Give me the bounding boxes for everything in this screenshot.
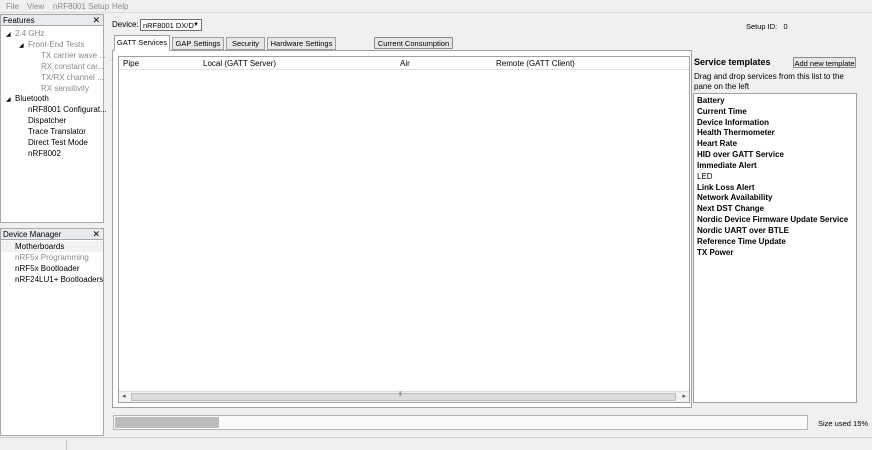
close-icon[interactable]: ✕ — [92, 229, 100, 240]
horizontal-scrollbar[interactable]: ◂ ⦀ ▸ — [119, 391, 689, 402]
setup-id-label: Setup ID: — [746, 22, 778, 31]
tree-item-tx-carrier-wave[interactable]: TX carrier wave ... — [41, 51, 106, 60]
service-item-network-availability[interactable]: Network Availability — [697, 193, 772, 202]
device-item-motherboards[interactable]: Motherboards — [15, 242, 64, 251]
service-item-heart-rate[interactable]: Heart Rate — [697, 139, 737, 148]
menu-bar: File View nRF8001 Setup Help — [0, 0, 872, 13]
service-item-link-loss-alert[interactable]: Link Loss Alert — [697, 183, 755, 192]
device-select-value: nRF8001 DX/D — [143, 21, 194, 30]
size-used-label: Size used 15% — [818, 419, 869, 428]
close-icon[interactable]: ✕ — [92, 15, 100, 26]
column-header-remote[interactable]: Remote (GATT Client) — [496, 59, 575, 68]
service-item-nordic-dfu[interactable]: Nordic Device Firmware Update Service — [697, 215, 848, 224]
device-manager-title: Device Manager — [3, 230, 62, 239]
service-item-next-dst-change[interactable]: Next DST Change — [697, 204, 764, 213]
service-item-current-time[interactable]: Current Time — [697, 107, 747, 116]
service-item-reference-time-update[interactable]: Reference Time Update — [697, 237, 786, 246]
tree-item-nrf8001-configuration[interactable]: nRF8001 Configurat... — [28, 105, 107, 114]
setup-id-value: 0 — [783, 22, 788, 31]
expand-triangle-icon[interactable]: ◢ — [6, 96, 11, 103]
grip-icon: ⦀ — [399, 392, 402, 398]
setup-id: Setup ID: 0 — [746, 22, 788, 31]
tree-item-2-4ghz[interactable]: 2.4 GHz — [15, 29, 44, 38]
device-label: Device: — [112, 20, 139, 29]
tab-gatt-services[interactable]: GATT Services — [114, 35, 170, 51]
device-item-nrf24lu1-bootloaders[interactable]: nRF24LU1+ Bootloaders — [15, 275, 103, 284]
expand-triangle-icon[interactable]: ◢ — [6, 31, 11, 38]
menu-help[interactable]: Help — [112, 2, 128, 11]
scroll-right-icon[interactable]: ▸ — [682, 392, 686, 400]
service-item-device-information[interactable]: Device Information — [697, 118, 769, 127]
service-item-nordic-uart[interactable]: Nordic UART over BTLE — [697, 226, 789, 235]
tree-item-trace-translator[interactable]: Trace Translator — [28, 127, 86, 136]
service-item-led[interactable]: LED — [697, 172, 713, 181]
device-select[interactable]: nRF8001 DX/D ▼ — [140, 19, 202, 31]
tree-item-front-end-tests[interactable]: Front-End Tests — [28, 40, 84, 49]
tab-hardware-settings[interactable]: Hardware Settings — [267, 37, 336, 50]
tree-item-direct-test-mode[interactable]: Direct Test Mode — [28, 138, 88, 147]
service-item-tx-power[interactable]: TX Power — [697, 248, 733, 257]
service-item-hid-over-gatt[interactable]: HID over GATT Service — [697, 150, 784, 159]
service-item-health-thermometer[interactable]: Health Thermometer — [697, 128, 775, 137]
scroll-left-icon[interactable]: ◂ — [122, 392, 126, 400]
tree-item-nrf8002[interactable]: nRF8002 — [28, 149, 61, 158]
tree-item-dispatcher[interactable]: Dispatcher — [28, 116, 66, 125]
features-panel-header: Features ✕ — [0, 14, 104, 26]
device-manager-header: Device Manager ✕ — [0, 228, 104, 240]
expand-triangle-icon[interactable]: ◢ — [19, 42, 24, 49]
service-item-battery[interactable]: Battery — [697, 96, 725, 105]
tree-item-bluetooth[interactable]: Bluetooth — [15, 94, 49, 103]
chevron-down-icon: ▼ — [193, 22, 199, 28]
column-header-pipe[interactable]: Pipe — [123, 59, 139, 68]
features-title: Features — [3, 16, 35, 25]
menu-view[interactable]: View — [27, 2, 44, 11]
size-used-fill — [115, 417, 219, 428]
header-divider — [119, 69, 689, 70]
current-consumption-button[interactable]: Current Consumption — [374, 37, 453, 49]
column-header-air[interactable]: Air — [400, 59, 410, 68]
scroll-thumb[interactable] — [131, 393, 676, 401]
service-templates-title: Service templates — [694, 57, 771, 67]
service-item-immediate-alert[interactable]: Immediate Alert — [697, 161, 757, 170]
tab-gap-settings[interactable]: GAP Settings — [172, 37, 224, 50]
device-item-nrf5x-programming[interactable]: nRF5x Programming — [15, 253, 89, 262]
tree-item-rx-sensitivity[interactable]: RX sensitivity — [41, 84, 89, 93]
tree-item-txrx-channel[interactable]: TX/RX channel ... — [41, 73, 104, 82]
device-item-nrf5x-bootloader[interactable]: nRF5x Bootloader — [15, 264, 79, 273]
size-used-progress — [113, 415, 808, 430]
menu-nrf8001-setup[interactable]: nRF8001 Setup — [53, 2, 109, 11]
tab-security[interactable]: Security — [226, 37, 265, 50]
service-templates-description: Drag and drop services from this list to… — [694, 72, 844, 91]
tree-item-rx-constant-carrier[interactable]: RX constant car... — [41, 62, 104, 71]
status-bar — [0, 437, 872, 450]
pipe-table[interactable] — [118, 56, 690, 403]
column-header-local[interactable]: Local (GATT Server) — [203, 59, 276, 68]
menu-file[interactable]: File — [6, 2, 19, 11]
status-separator — [66, 440, 67, 450]
add-new-template-button[interactable]: Add new template — [793, 57, 856, 68]
